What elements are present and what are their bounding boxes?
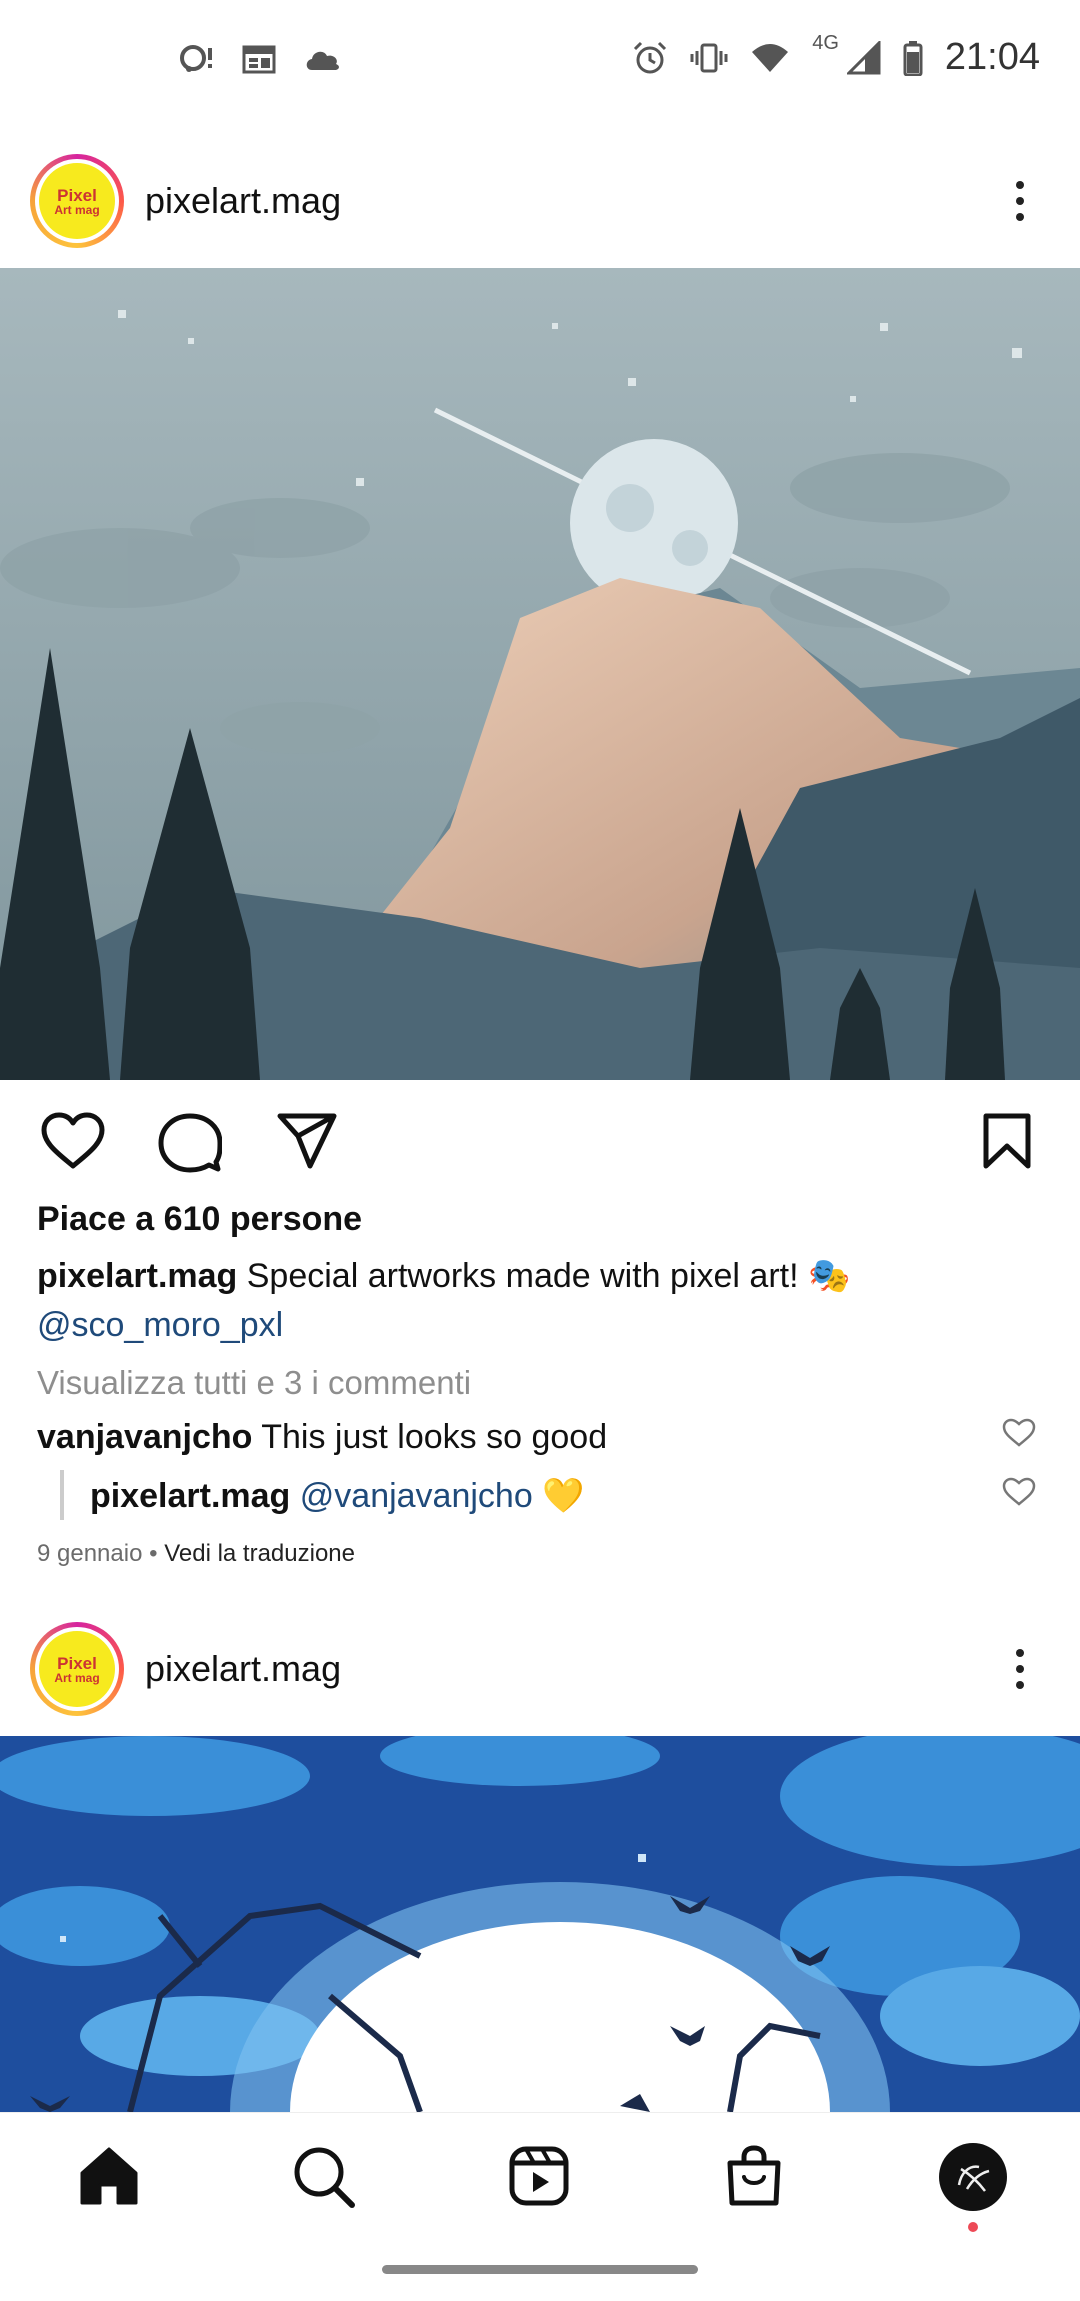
post-action-bar [0,1100,1080,1180]
view-all-comments-link[interactable]: Visualizza tutti e 3 i commenti [37,1364,471,1402]
chat-bubble-icon [180,44,214,74]
more-options-icon[interactable] [1008,171,1032,231]
post-meta: 9 gennaio • Vedi la traduzione [37,1540,355,1568]
vibrate-icon [690,42,728,74]
home-icon[interactable] [78,2145,140,2212]
caption-username[interactable]: pixelart.mag [37,1257,237,1295]
caption-text: Special artworks made with pixel art! 🎭 [237,1257,851,1295]
comment-text: This just looks so good [252,1418,608,1456]
avatar[interactable]: Pixel Art mag [30,1622,124,1716]
pixelart-logo: Pixel Art mag [39,1631,115,1707]
status-bar: 4G 21:04 [0,0,1080,120]
post-caption: pixelart.mag Special artworks made with … [37,1252,1037,1350]
reply-comment: pixelart.mag @vanjavanjcho 💛 [90,1476,585,1516]
home-indicator-bar[interactable] [382,2265,698,2274]
pixelart-logo: Pixel Art mag [39,163,115,239]
more-options-icon[interactable] [1008,1639,1032,1699]
bookmark-icon[interactable] [982,1112,1032,1175]
reply-indent-bar [60,1470,64,1520]
see-translation-link[interactable]: Vedi la traduzione [164,1540,355,1567]
wifi-icon [750,42,790,74]
likes-count[interactable]: Piace a 610 persone [37,1200,362,1239]
reply-mention[interactable]: @vanjavanjcho [300,1477,533,1515]
share-send-icon[interactable] [276,1112,338,1175]
notification-dot [968,2222,978,2232]
comment-like-heart-icon[interactable] [1002,1418,1036,1453]
calendar-icon [242,44,276,74]
network-type: 4G [812,32,839,54]
profile-avatar-icon[interactable] [939,2143,1007,2211]
shop-bag-icon[interactable] [724,2145,784,2214]
post-image[interactable] [0,268,1080,1080]
reply-like-heart-icon[interactable] [1002,1477,1036,1512]
post-header: Pixel Art mag pixelart.mag [0,141,1080,261]
comment-username[interactable]: vanjavanjcho [37,1418,252,1456]
clock: 21:04 [944,36,1040,78]
search-icon[interactable] [292,2145,356,2214]
comment: vanjavanjcho This just looks so good [37,1418,607,1457]
battery-icon [903,40,923,76]
comment-icon[interactable] [158,1112,223,1179]
post-date: 9 gennaio [37,1540,143,1567]
caption-mention[interactable]: @sco_moro_pxl [37,1306,283,1344]
cloud-icon [304,46,342,72]
post-username[interactable]: pixelart.mag [145,180,341,222]
post-image[interactable] [0,1736,1080,2112]
like-heart-icon[interactable] [40,1112,106,1175]
post-header: Pixel Art mag pixelart.mag [0,1609,1080,1729]
meta-separator: • [142,1540,165,1567]
reply-emoji: 💛 [532,1477,585,1515]
alarm-icon [632,40,668,76]
reels-icon[interactable] [508,2145,570,2212]
reply-username[interactable]: pixelart.mag [90,1477,290,1515]
post-username[interactable]: pixelart.mag [145,1648,341,1690]
signal-icon [846,40,881,75]
avatar[interactable]: Pixel Art mag [30,154,124,248]
